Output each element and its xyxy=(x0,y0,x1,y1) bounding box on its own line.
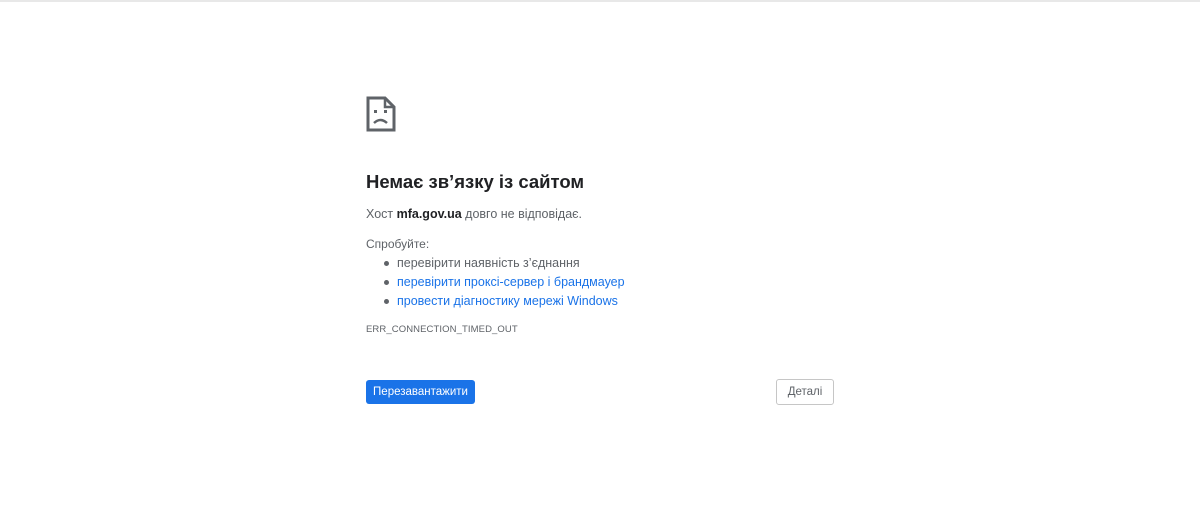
error-title: Немає зв’язку із сайтом xyxy=(366,171,585,192)
host-name: mfa.gov.ua xyxy=(396,207,462,221)
sad-page-icon xyxy=(366,96,396,132)
host-suffix: довго не відповідає. xyxy=(461,207,583,221)
suggestion-run-diagnostics-link[interactable]: провести діагностику мережі Windows xyxy=(366,292,625,311)
error-page: Немає зв’язку із сайтом Хост mfa.gov.ua … xyxy=(366,96,836,405)
error-description: Хост mfa.gov.ua довго не відповідає. xyxy=(366,207,582,221)
try-label: Спробуйте: xyxy=(366,237,430,251)
suggestions-list: перевірити наявність з’єднання перевірит… xyxy=(366,254,625,311)
reload-button[interactable]: Перезавантажити xyxy=(366,380,475,404)
details-button[interactable]: Деталі xyxy=(776,379,834,405)
error-code: ERR_CONNECTION_TIMED_OUT xyxy=(366,324,518,335)
suggestion-check-proxy-link[interactable]: перевірити проксі-сервер і брандмауер xyxy=(366,273,625,292)
host-prefix: Хост xyxy=(366,207,397,221)
suggestion-check-connection: перевірити наявність з’єднання xyxy=(366,254,625,273)
browser-top-border xyxy=(0,0,1200,2)
